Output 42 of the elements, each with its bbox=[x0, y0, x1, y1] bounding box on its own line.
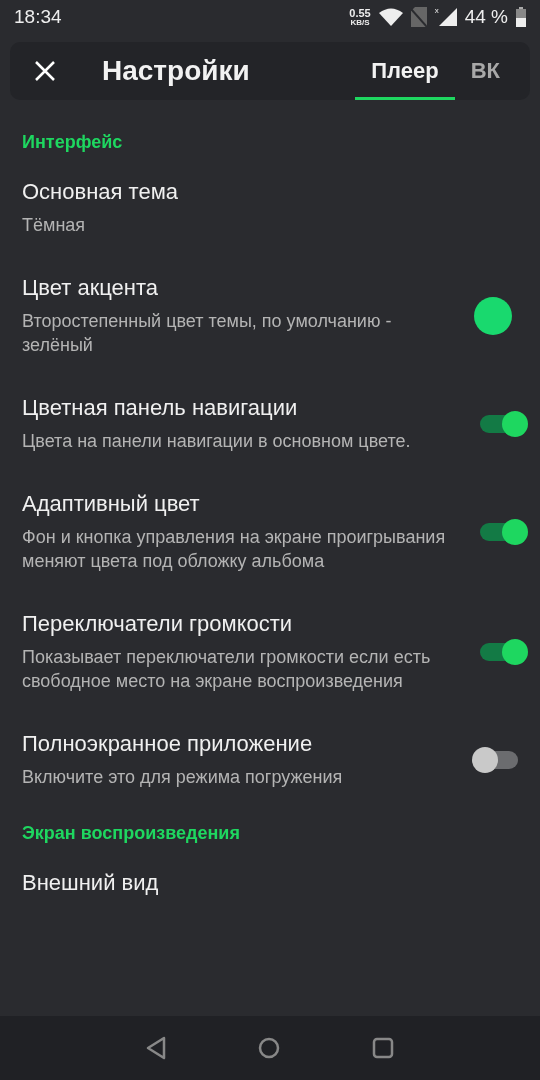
toggle-switch[interactable] bbox=[480, 411, 528, 437]
setting-row[interactable]: Основная тема Тёмная bbox=[0, 163, 540, 259]
setting-title: Основная тема bbox=[22, 179, 180, 205]
tab[interactable]: Плеер bbox=[355, 42, 455, 100]
setting-title: Адаптивный цвет bbox=[22, 491, 201, 517]
recents-button[interactable] bbox=[371, 1036, 395, 1060]
setting-description: Показывает переключатели громкости если есть свободное место на экране воспроизведения bbox=[22, 646, 432, 693]
setting-row[interactable]: Полноэкранное приложение Включите это для режима погружения bbox=[0, 715, 540, 811]
setting-row[interactable]: Цвет акцента Второстепенный цвет темы, по умолчанию - зелёный bbox=[0, 259, 540, 379]
setting-row[interactable]: Внешний вид bbox=[0, 854, 540, 918]
setting-description: Тёмная bbox=[22, 214, 87, 237]
setting-row[interactable]: Переключатели громкости Показывает переключатели громкости если есть свободное место на экране воспроизведения bbox=[0, 595, 540, 715]
network-speed: 0.55 KB/S bbox=[349, 7, 371, 27]
signal-icon bbox=[438, 8, 457, 26]
home-button[interactable] bbox=[257, 1036, 281, 1060]
clock-time: 18:34 bbox=[14, 6, 62, 28]
battery-icon bbox=[516, 7, 526, 27]
setting-title: Полноэкранное приложение bbox=[22, 731, 314, 757]
setting-description: Второстепенный цвет темы, по умолчанию - зелёный bbox=[22, 310, 393, 357]
toggle-switch[interactable] bbox=[472, 747, 518, 773]
setting-title: Переключатели громкости bbox=[22, 611, 294, 637]
section-title: Экран воспроизведения bbox=[21, 822, 241, 845]
setting-description: Фон и кнопка управления на экране проигрывания меняют цвета под обложку альбома bbox=[22, 526, 447, 573]
setting-row[interactable]: Цветная панель навигации Цвета на панели навигации в основном цвете. bbox=[0, 379, 540, 475]
setting-description: Цвета на панели навигации в основном цвете. bbox=[22, 430, 412, 453]
setting-row[interactable]: Адаптивный цвет Фон и кнопка управления на экране проигрывания меняют цвета под обложку альбома bbox=[0, 475, 540, 595]
wifi-icon bbox=[378, 8, 403, 26]
toggle-switch[interactable] bbox=[480, 639, 528, 665]
color-swatch[interactable] bbox=[474, 297, 512, 335]
tab[interactable]: ВК bbox=[454, 42, 516, 100]
toggle-switch[interactable] bbox=[480, 519, 528, 545]
setting-title: Цветная панель навигации bbox=[22, 395, 299, 421]
no-sim-icon bbox=[410, 7, 427, 27]
section-title: Интерфейс bbox=[21, 131, 124, 154]
screen-title: Настройки bbox=[102, 55, 251, 87]
sim-mark: x bbox=[434, 6, 439, 15]
setting-title: Внешний вид bbox=[22, 870, 160, 896]
setting-title: Цвет акцента bbox=[22, 275, 160, 301]
setting-description: Включите это для режима погружения bbox=[22, 766, 344, 789]
back-button[interactable] bbox=[145, 1036, 167, 1060]
close-button[interactable] bbox=[34, 60, 56, 82]
battery-percent: 44 % bbox=[464, 6, 508, 28]
